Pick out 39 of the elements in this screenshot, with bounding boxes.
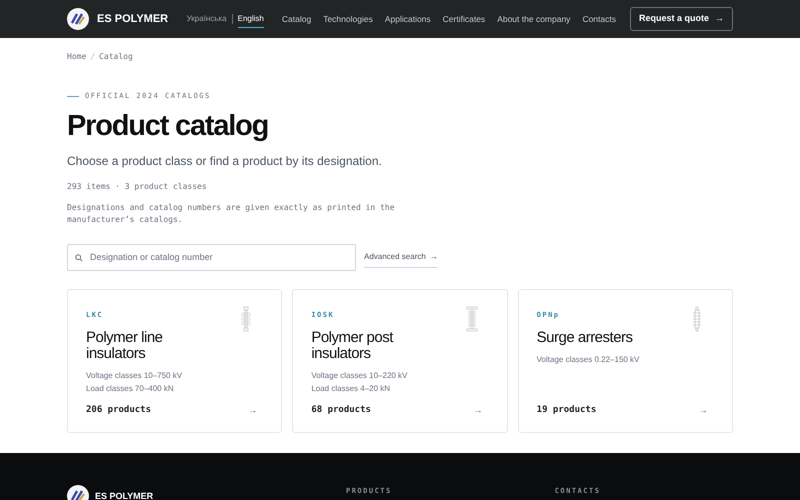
language-link[interactable]: Українська <box>186 10 227 28</box>
logo-icon[interactable] <box>67 8 89 30</box>
page-title: Product catalog <box>67 108 270 144</box>
language-link[interactable]: English <box>238 10 264 28</box>
nav-link[interactable]: Technologies <box>323 12 373 26</box>
spec-text: Voltage classes 10–220 kV <box>311 370 408 381</box>
logo-text[interactable]: ES POLYMER <box>97 10 168 28</box>
footer-logo-text: ES POLYMER <box>95 491 154 500</box>
logo-icon[interactable] <box>67 484 89 500</box>
spec-text: Voltage classes 0.22–150 kV <box>536 354 640 365</box>
insulator-icon <box>239 306 254 332</box>
insulator-icon <box>464 306 479 332</box>
nav-link[interactable]: Catalog <box>282 12 312 26</box>
catalog-note: Designations and catalog numbers are given exactly as printed in the manufacturer’s catalogs. <box>67 202 396 226</box>
card-title: Surge arresters <box>536 330 634 346</box>
spec-text: Voltage classes 10–750 kV <box>86 370 184 381</box>
arrow-icon: → <box>248 404 258 418</box>
nav-link[interactable]: About the company <box>497 12 570 26</box>
advanced-search-link[interactable]: Advanced search → <box>364 246 438 268</box>
card-title: Polymer post insulators <box>311 330 394 362</box>
product-count: 68 products <box>311 404 371 417</box>
request-quote-button[interactable]: Request a quote → <box>630 7 733 31</box>
arrow-icon: → <box>474 404 483 418</box>
stats-text: 293 items · 3 product classes <box>67 180 208 192</box>
search-field[interactable]: Designation or catalog number <box>67 244 356 270</box>
nav-link[interactable]: Applications <box>384 12 431 26</box>
arrow-icon: → <box>698 404 708 418</box>
search-icon <box>75 254 83 262</box>
spec-text: Load classes 4–20 kN <box>311 383 392 394</box>
card-title: Polymer line insulators <box>86 330 164 362</box>
nav-link[interactable]: Certificates <box>442 12 486 26</box>
spec-text: Load classes 70–400 kN <box>86 383 175 394</box>
product-count: 19 products <box>536 404 596 417</box>
product-count: 206 products <box>86 404 152 417</box>
nav-link[interactable]: Contacts <box>582 12 616 26</box>
page-subtitle: Choose a product class or find a product by its designation. <box>67 152 383 170</box>
breadcrumb-link[interactable]: Catalog <box>99 51 133 63</box>
breadcrumb-link[interactable]: Home <box>67 51 86 63</box>
breadcrumb-separator: / <box>90 51 96 63</box>
